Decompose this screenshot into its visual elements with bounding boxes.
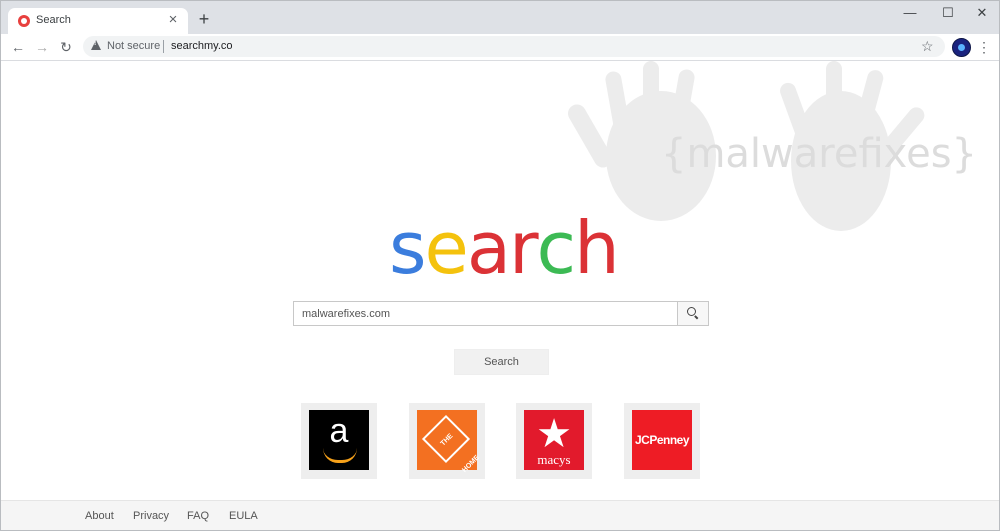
logo-letter: a [466,206,511,290]
footer-link-about[interactable]: About [85,510,114,522]
tab-title: Search [36,14,71,26]
shortcut-amazon[interactable]: a [301,403,377,479]
search-icon [687,307,696,316]
title-bar: Search × + — ☐ ✕ [1,1,999,34]
search-button[interactable]: Search [454,349,549,375]
home-depot-logo: THE HOME DEPOT [417,410,506,499]
tab-search[interactable]: Search × [8,8,188,34]
close-tab-icon[interactable]: × [165,12,181,28]
forward-button[interactable]: → [33,38,51,56]
jcpenney-logo: JCPenney [632,410,692,470]
search-box [293,301,709,326]
page-content: {malwarefixes} search Search a THE HOME … [1,61,999,530]
close-window-button[interactable]: ✕ [963,1,999,25]
logo-letter: c [536,206,577,290]
menu-icon[interactable]: ⋮ [977,38,991,56]
footer: About Privacy FAQ EULA [1,500,999,530]
amazon-smile-icon [323,448,357,463]
shortcut-jcpenney[interactable]: JCPenney [624,403,700,479]
security-label[interactable]: Not secure [107,40,160,52]
minimize-button[interactable]: — [891,1,929,25]
browser-window: Search × + — ☐ ✕ ← → ↻ Not secure search… [0,0,1000,531]
shortcut-home-depot[interactable]: THE HOME DEPOT [409,403,506,499]
footer-link-eula[interactable]: EULA [229,510,258,522]
logo-letter: e [424,206,469,290]
divider [163,40,164,53]
search-submit-button[interactable] [677,302,708,325]
home-depot-logo-text: THE HOME DEPOT [421,414,506,499]
logo-letter: h [574,206,620,290]
search-input[interactable] [294,302,676,325]
maximize-button[interactable]: ☐ [929,1,967,25]
address-bar[interactable]: Not secure searchmy.co ☆ [83,36,945,57]
shortcut-macys[interactable]: ★ macys [516,403,592,479]
back-button[interactable]: ← [9,38,27,56]
warning-icon[interactable] [91,40,101,50]
bookmark-star-icon[interactable]: ☆ [921,38,934,55]
jcpenney-logo-text: JCPenney [634,433,690,447]
footer-link-privacy[interactable]: Privacy [133,510,169,522]
logo-letter: s [389,206,426,290]
watermark-text: {malwarefixes} [661,131,977,177]
macys-logo-text: macys [537,452,571,467]
reload-button[interactable]: ↻ [57,38,75,56]
url-text[interactable]: searchmy.co [171,40,233,52]
amazon-logo-letter: a [329,412,349,450]
new-tab-button[interactable]: + [194,9,214,29]
macys-logo: ★ macys [524,410,584,470]
star-icon: ★ [536,412,572,456]
favicon-icon [18,15,30,27]
search-logo: search [389,206,620,290]
footer-link-faq[interactable]: FAQ [187,510,209,522]
amazon-logo: a [309,410,369,470]
logo-letter: r [508,206,539,290]
profile-avatar[interactable] [952,38,971,57]
browser-toolbar: ← → ↻ Not secure searchmy.co ☆ ⋮ [1,34,999,61]
